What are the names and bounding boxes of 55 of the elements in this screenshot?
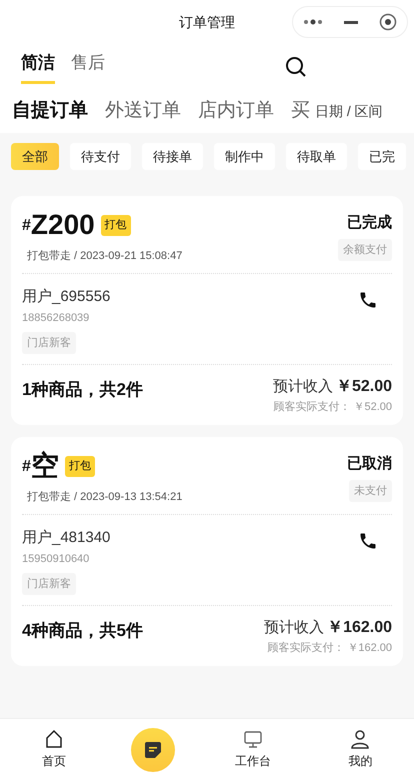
phone-icon[interactable] (358, 290, 378, 310)
paid-amount: 顾客实际支付： ￥162.00 (267, 640, 392, 656)
window-title: 订单管理 (179, 13, 235, 32)
user-name: 用户_481340 (22, 528, 110, 548)
capsule-menu[interactable] (292, 6, 408, 38)
note-icon (144, 740, 162, 758)
pack-tag: 打包 (64, 456, 95, 476)
order-meta: 打包带走 / 2023-09-13 13:54:21 (27, 490, 182, 505)
more-icon (303, 19, 324, 25)
order-status: 已完成 (347, 213, 392, 233)
payment-tag: 未支付 (349, 480, 392, 502)
status-filter[interactable]: 待接单 (142, 143, 203, 170)
phone-number: 18856268039 (22, 311, 90, 326)
order-card[interactable]: #Z200 打包 打包带走 / 2023-09-21 15:08:47 已完成 余额支付 用户_695556 18856268039 门店新客 1种商品，共2件 预计收入 ￥52.00 顾客实际支付： ￥52.00 (11, 196, 403, 425)
status-filter[interactable]: 全部 (11, 143, 59, 170)
nav-item[interactable]: 我的 (330, 729, 390, 770)
view-tab[interactable]: 简洁 (21, 50, 55, 84)
status-filter[interactable]: 待支付 (70, 143, 131, 170)
order-number: #Z200 (22, 208, 95, 242)
user-name: 用户_695556 (22, 286, 110, 306)
monitor-icon (242, 729, 263, 749)
customer-tag: 门店新客 (22, 572, 76, 594)
user-icon (350, 729, 370, 749)
target-icon (378, 13, 397, 31)
income-label: 预计收入 (264, 618, 324, 638)
pack-tag: 打包 (100, 214, 131, 236)
nav-item[interactable]: 首页 (24, 729, 84, 770)
date-filter[interactable]: 日期 / 区间 (315, 100, 383, 122)
minimize-icon (344, 20, 358, 24)
item-count: 1种商品，共2件 (22, 378, 143, 400)
nav-item[interactable]: 工作台 (222, 729, 283, 770)
order-meta: 打包带走 / 2023-09-21 15:08:47 (27, 249, 182, 264)
order-type-tab[interactable]: 自提订单 (12, 96, 88, 126)
home-icon (44, 729, 64, 749)
item-count: 4种商品，共5件 (22, 620, 143, 642)
payment-tag: 余额支付 (338, 238, 392, 260)
income-amount: ￥52.00 (336, 376, 392, 396)
phone-number: 15950910640 (22, 552, 90, 567)
status-filter[interactable]: 制作中 (214, 143, 275, 170)
order-type-tab[interactable]: 买 (291, 96, 310, 126)
notes-button[interactable] (131, 728, 176, 772)
status-filter[interactable]: 待取单 (286, 143, 347, 170)
phone-icon[interactable] (358, 530, 378, 550)
view-tab[interactable]: 售后 (71, 50, 105, 84)
income-label: 预计收入 (272, 376, 333, 396)
order-number: #空 (22, 449, 59, 483)
income-amount: ￥162.00 (327, 618, 392, 638)
order-status: 已取消 (347, 454, 392, 474)
search-icon[interactable] (285, 56, 307, 78)
status-filter[interactable]: 已完 (358, 143, 406, 170)
customer-tag: 门店新客 (22, 332, 76, 354)
order-card[interactable]: #空 打包 打包带走 / 2023-09-13 13:54:21 已取消 未支付 用户_481340 15950910640 门店新客 4种商品，共5件 预计收入 ￥162.00 顾客实际支付： ￥162.00 (11, 437, 403, 666)
order-type-tab[interactable]: 外送订单 (105, 96, 181, 126)
paid-amount: 顾客实际支付： ￥52.00 (273, 400, 392, 414)
order-type-tab[interactable]: 店内订单 (198, 96, 274, 126)
